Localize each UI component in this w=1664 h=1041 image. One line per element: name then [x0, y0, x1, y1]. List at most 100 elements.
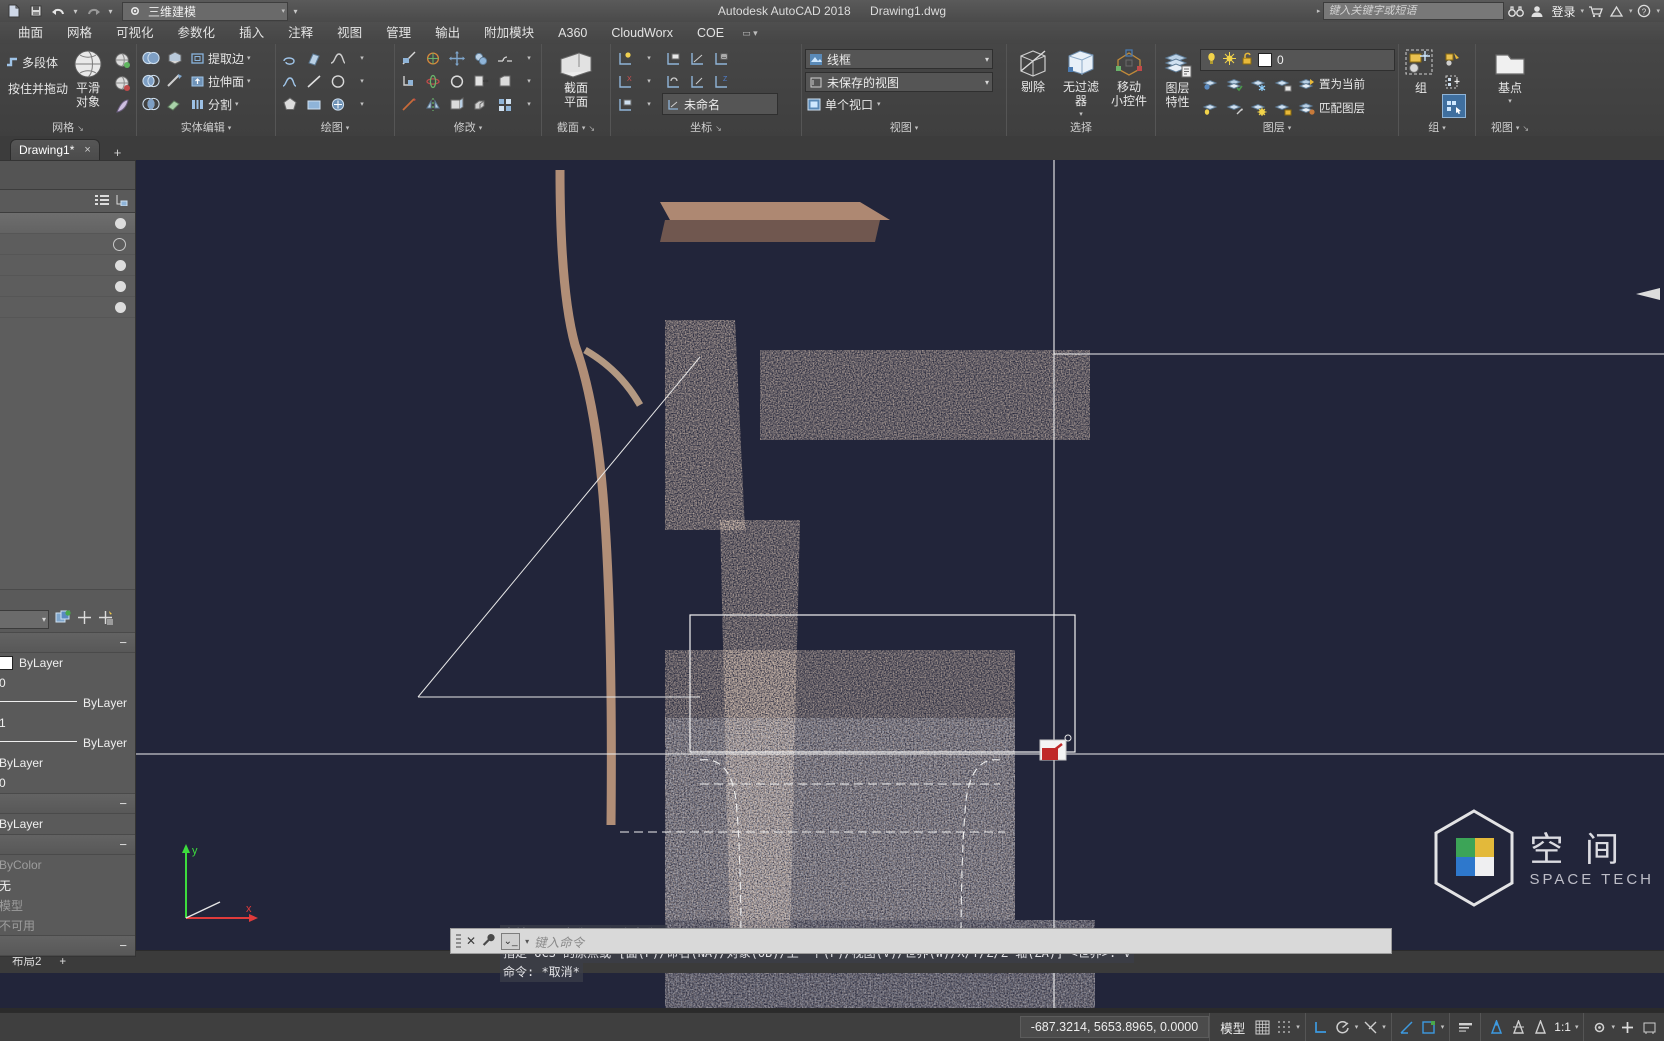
palette-section-plot[interactable]: −	[0, 834, 135, 855]
chevron-down-icon[interactable]: ▾	[915, 121, 919, 136]
layer-off-icon[interactable]	[1248, 97, 1270, 119]
signin-label[interactable]: 登录	[1549, 3, 1577, 20]
object-snap-tracking-icon[interactable]	[1419, 1017, 1439, 1037]
line-icon[interactable]	[303, 70, 325, 92]
collapse-icon[interactable]: −	[119, 796, 127, 811]
osnap-dropdown-icon[interactable]: ▾	[1382, 1023, 1386, 1031]
chevron-down-icon[interactable]: ▾	[985, 78, 989, 87]
workspace-gear-icon[interactable]	[1589, 1017, 1609, 1037]
layer-lock-icon[interactable]	[1241, 52, 1253, 68]
group-button[interactable]: 组	[1402, 47, 1440, 95]
fillet-edge-icon[interactable]	[494, 47, 516, 69]
ucs-named-icon[interactable]	[662, 47, 684, 69]
intersect-icon[interactable]	[140, 93, 162, 115]
helix-icon[interactable]	[279, 47, 301, 69]
palette-prop-lineweight[interactable]: ByLayer	[0, 733, 135, 753]
palette-prop-plottable2[interactable]: 不可用	[0, 915, 135, 935]
coordinates-display[interactable]: -687.3214, 5653.8965, 0.0000	[1019, 1016, 1210, 1038]
ucs-origin-icon[interactable]	[710, 47, 732, 69]
chevron-down-icon[interactable]: ▾	[1516, 121, 1520, 136]
signin-chevron-icon[interactable]: ▾	[1580, 7, 1584, 15]
close-icon[interactable]: ✕	[466, 934, 476, 948]
palette-prop-material[interactable]: ByLayer	[0, 814, 135, 834]
no-filter-button[interactable]: 无过滤器 ▾	[1058, 46, 1104, 121]
new-tab-icon[interactable]: +	[108, 145, 128, 160]
circle-dropdown-icon[interactable]: ▾	[351, 70, 373, 92]
hardware-accel-icon[interactable]	[1639, 1017, 1659, 1037]
ribbon-panel-view-title[interactable]: 视图 ▾	[805, 121, 1003, 136]
ribbon-panel-select-title[interactable]: 选择	[1010, 121, 1152, 136]
layer-on-icon[interactable]	[1205, 52, 1218, 68]
lineweight-icon[interactable]	[1455, 1017, 1475, 1037]
ribbon-panel-layer-title[interactable]: 图层 ▾	[1159, 121, 1395, 136]
ucs-world-icon[interactable]	[614, 93, 636, 115]
solid-taper-face-icon[interactable]	[164, 70, 186, 92]
3dalign-icon[interactable]	[398, 70, 420, 92]
ucs-icon[interactable]	[614, 47, 636, 69]
palette-row-4[interactable]	[0, 297, 135, 318]
mesh-refine-icon[interactable]	[111, 95, 133, 117]
chevron-down-icon[interactable]: ▾	[1508, 95, 1512, 108]
3darray-icon[interactable]	[470, 47, 492, 69]
object-type-combo[interactable]: ▾	[0, 609, 49, 629]
layer-thaw-icon[interactable]	[1224, 97, 1246, 119]
ucs-dropdown-icon[interactable]: ▾	[638, 47, 660, 69]
ribbon-panel-viewbase-title[interactable]: 视图 ▾ ↘	[1479, 121, 1541, 136]
annotation-scale-value[interactable]: 1:1	[1552, 1020, 1573, 1034]
palette-row-0[interactable]	[0, 213, 135, 234]
ucs-3point-icon[interactable]	[686, 47, 708, 69]
ribbon-tab-11[interactable]: CloudWorx	[599, 22, 685, 44]
new-drawing-icon[interactable]	[4, 2, 24, 20]
command-input[interactable]: 键入命令	[534, 932, 1386, 951]
ribbon-panel-solidedit-title[interactable]: 实体编辑 ▾	[140, 121, 272, 136]
collapse-icon[interactable]: −	[119, 635, 127, 650]
ribbon-tab-0[interactable]: 曲面	[6, 22, 55, 44]
ribbon-tab-3[interactable]: 参数化	[166, 22, 228, 44]
group-selection-on-icon[interactable]	[1442, 94, 1466, 118]
layer-lock-layer-icon[interactable]	[1272, 73, 1294, 95]
ucs-x-icon[interactable]: X	[614, 70, 636, 92]
grid-icon[interactable]	[1252, 1017, 1272, 1037]
document-tab-drawing1[interactable]: Drawing1* ×	[10, 139, 100, 160]
annotation-scale-icon[interactable]	[1530, 1017, 1550, 1037]
scale-dropdown-icon[interactable]: ▾	[1575, 1023, 1579, 1031]
circle-icon[interactable]	[327, 70, 349, 92]
make-current-button[interactable]: 置为当前	[1296, 73, 1367, 95]
wrench-icon[interactable]	[481, 933, 496, 950]
visual-style-combo[interactable]: 线框 ▾	[805, 49, 993, 69]
union-icon[interactable]	[140, 47, 162, 69]
subtract-icon[interactable]	[140, 70, 162, 92]
user-icon[interactable]	[1528, 2, 1546, 20]
palette-prop-plottable[interactable]: 无	[0, 875, 135, 895]
smooth-less-icon[interactable]	[111, 72, 133, 94]
polar-tracking-icon[interactable]	[1333, 1017, 1353, 1037]
smooth-more-icon[interactable]	[111, 49, 133, 71]
layer-control-combo[interactable]: 0	[1200, 49, 1395, 71]
palette-prop-color[interactable]: ByLayer	[0, 653, 135, 673]
palette-section-3d[interactable]: −	[0, 793, 135, 814]
loft-icon[interactable]	[303, 47, 325, 69]
viewport-config-combo[interactable]: 单个视口 ▾	[805, 95, 881, 113]
panel-dialog-launcher-icon[interactable]: ↘	[1522, 121, 1529, 136]
close-icon[interactable]: ×	[84, 144, 90, 156]
a360-icon[interactable]	[1608, 2, 1626, 20]
palette-prop-layer[interactable]: 0	[0, 673, 135, 693]
ucs-x-dropdown-icon[interactable]: ▾	[638, 70, 660, 92]
qat-overflow-icon[interactable]: ▾	[290, 2, 301, 20]
ungroup-icon[interactable]	[1442, 48, 1464, 70]
separate-button[interactable]: 分割 ▾	[188, 93, 241, 115]
chevron-down-icon[interactable]: ▾	[985, 55, 989, 64]
palette-prop-ltscale[interactable]: 1	[0, 713, 135, 733]
chevron-down-icon[interactable]: ▾	[42, 615, 48, 624]
presspull-button[interactable]: 按住并拖动	[3, 77, 68, 99]
palette-prop-thickness[interactable]: 0	[0, 773, 135, 793]
annotation-visibility-icon[interactable]	[1486, 1017, 1506, 1037]
chevron-down-icon[interactable]: ▾	[247, 77, 251, 85]
redo-dropdown-icon[interactable]: ▾	[105, 2, 116, 20]
hatch-dropdown-icon[interactable]: ▾	[351, 93, 373, 115]
ribbon-panel-group-title[interactable]: 组 ▾	[1402, 121, 1472, 136]
ribbon-tab-12[interactable]: COE	[685, 22, 736, 44]
undo-icon[interactable]	[48, 2, 68, 20]
ribbon-tab-1[interactable]: 网格	[55, 22, 104, 44]
cart-icon[interactable]	[1587, 2, 1605, 20]
